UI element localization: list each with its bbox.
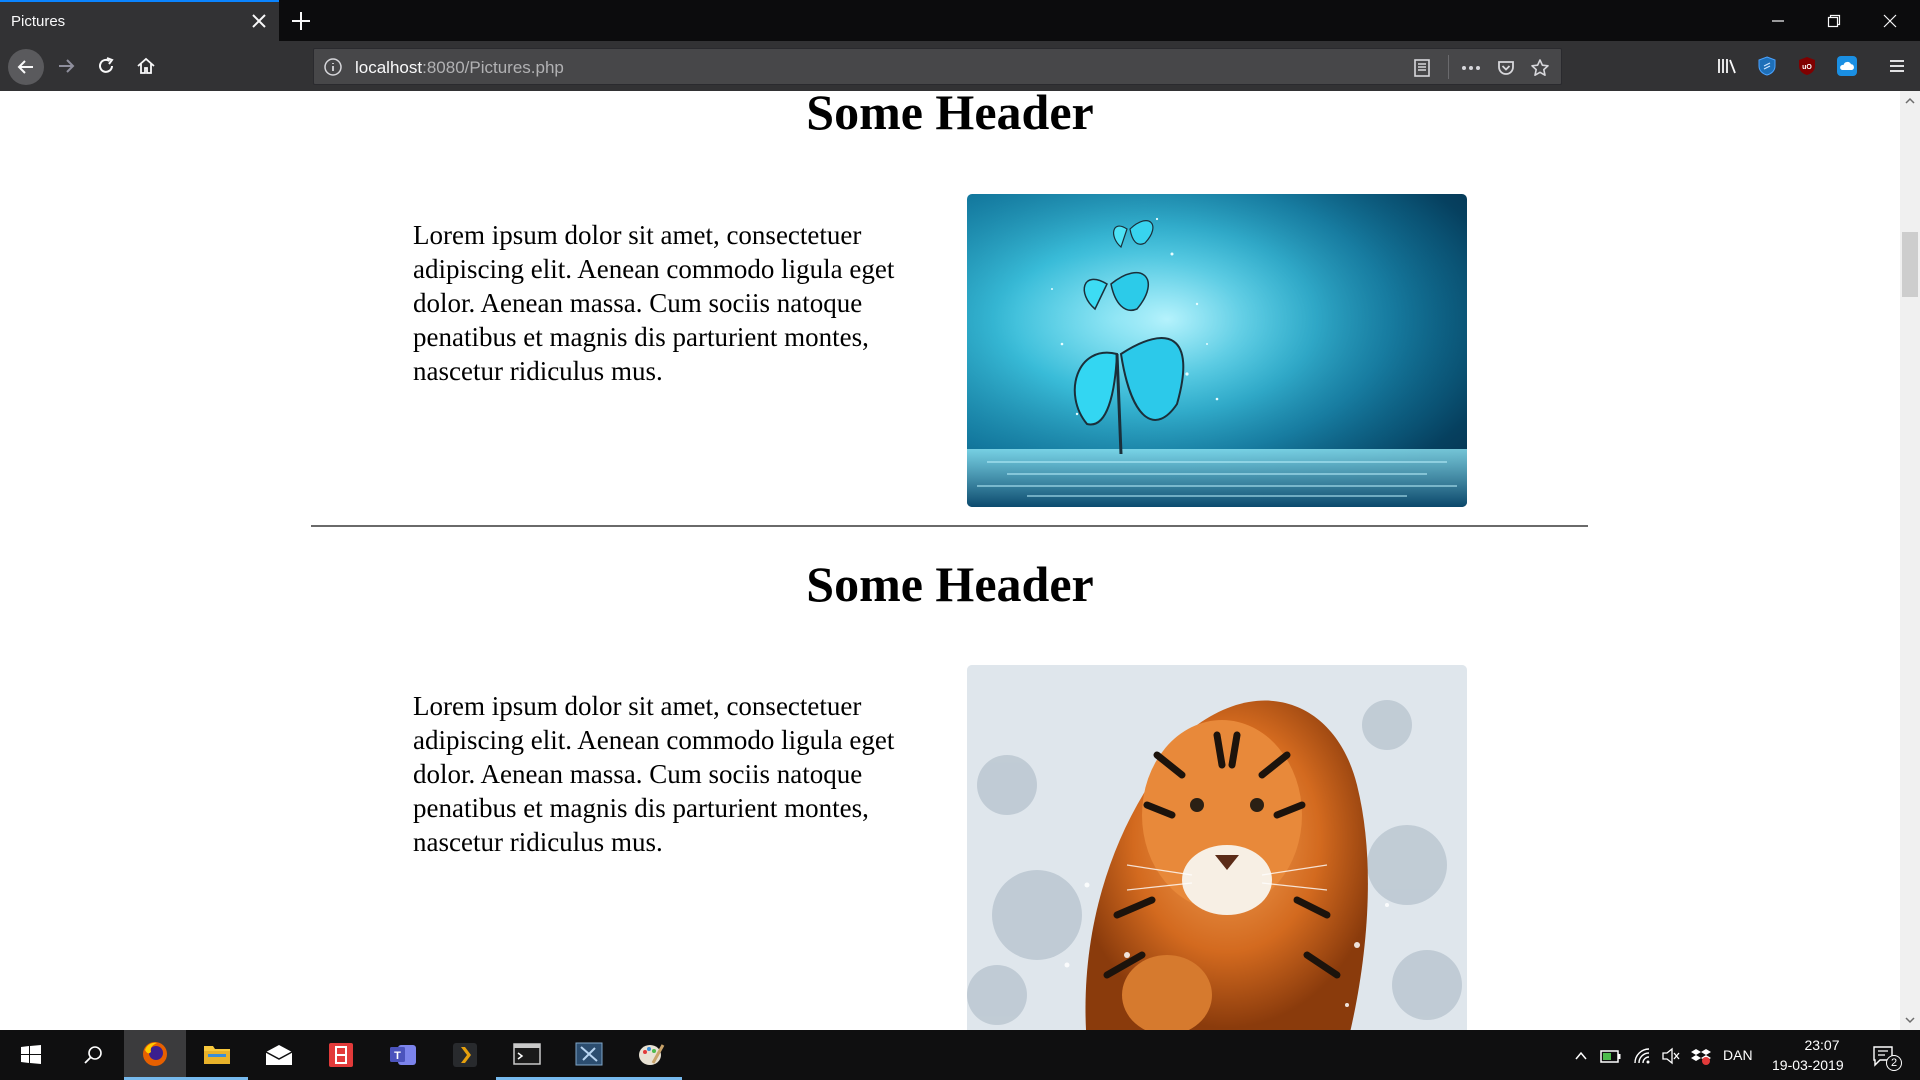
taskbar-visual-studio[interactable] xyxy=(558,1030,620,1080)
paint-palette-icon xyxy=(639,1043,665,1065)
taskbar-firefox[interactable] xyxy=(124,1030,186,1080)
page-actions-button[interactable] xyxy=(1459,56,1483,80)
windows-logo-icon xyxy=(21,1045,41,1064)
library-icon xyxy=(1718,59,1736,74)
action-center-button[interactable]: 2 xyxy=(1868,1045,1902,1071)
wifi-icon xyxy=(1634,1048,1650,1064)
home-button[interactable] xyxy=(130,50,162,82)
clock-date[interactable]: 19-03-2019 xyxy=(1772,1057,1844,1073)
hamburger-icon xyxy=(1890,60,1904,72)
shield-icon xyxy=(1758,56,1776,76)
firefox-icon xyxy=(143,1041,167,1066)
arrow-left-icon xyxy=(17,60,33,74)
url-separator xyxy=(1448,55,1449,79)
extension-shield-button[interactable] xyxy=(1754,53,1780,79)
scroll-up-icon[interactable] xyxy=(1904,95,1916,107)
arrow-right-icon xyxy=(59,59,75,73)
scroll-down-icon[interactable] xyxy=(1904,1014,1916,1026)
info-icon[interactable] xyxy=(323,57,343,77)
menu-button[interactable] xyxy=(1884,53,1910,79)
tiger-picture xyxy=(967,665,1467,1030)
vertical-scrollbar[interactable] xyxy=(1900,91,1920,1030)
wifi-button[interactable] xyxy=(1632,1045,1654,1067)
folder-icon xyxy=(204,1045,230,1064)
taskbar-teams[interactable]: T xyxy=(372,1030,434,1080)
reader-view-button[interactable] xyxy=(1410,56,1434,80)
taskbar-terminal[interactable] xyxy=(496,1030,558,1080)
butterflies-picture xyxy=(967,194,1467,507)
visual-studio-icon xyxy=(575,1042,603,1065)
section-heading: Some Header xyxy=(806,91,1094,140)
close-icon[interactable] xyxy=(248,10,270,32)
url-path: :8080/Pictures.php xyxy=(422,58,564,77)
svg-text:T: T xyxy=(394,1050,401,1062)
section-divider xyxy=(311,525,1588,527)
chevron-up-icon xyxy=(1575,1051,1587,1060)
address-bar[interactable]: localhost:8080/Pictures.php xyxy=(313,48,1562,85)
mail-icon xyxy=(265,1045,293,1065)
taskbar-paint[interactable] xyxy=(620,1030,682,1080)
home-icon xyxy=(137,57,155,74)
dropbox-icon xyxy=(1691,1049,1711,1065)
section-text: Lorem ipsum dolor sit amet, consectetuer… xyxy=(413,691,895,857)
search-icon xyxy=(84,1046,102,1064)
back-button[interactable] xyxy=(8,49,44,85)
cloud-icon xyxy=(1837,56,1857,76)
svg-text:uO: uO xyxy=(1802,64,1812,71)
library-button[interactable] xyxy=(1714,53,1740,79)
tab-pictures[interactable]: Pictures xyxy=(0,0,279,41)
reload-button[interactable] xyxy=(90,50,122,82)
reader-view-icon xyxy=(1414,59,1430,77)
tab-strip: Pictures xyxy=(0,0,1920,41)
volume-muted-icon xyxy=(1662,1047,1680,1065)
windows-taskbar: T DAN 23:07 19-03-2019 2 xyxy=(0,1030,1920,1080)
close-icon xyxy=(1883,14,1897,27)
input-language-indicator[interactable]: DAN xyxy=(1723,1047,1753,1063)
page-viewport: Some Header Lorem ipsum dolor sit amet, … xyxy=(0,91,1900,1030)
ublock-button[interactable]: uO xyxy=(1794,53,1820,79)
pocket-icon xyxy=(1498,61,1514,75)
minimize-button[interactable] xyxy=(1750,0,1806,41)
taskbar-media-app[interactable] xyxy=(310,1030,372,1080)
battery-icon xyxy=(1600,1050,1621,1063)
forward-button[interactable] xyxy=(50,50,82,82)
battery-button[interactable] xyxy=(1600,1045,1622,1067)
tiger-illustration xyxy=(967,665,1467,1030)
pocket-button[interactable] xyxy=(1494,56,1518,80)
navigation-toolbar: localhost:8080/Pictures.php uO xyxy=(0,41,1920,91)
tab-title: Pictures xyxy=(11,13,66,30)
clock-time[interactable]: 23:07 xyxy=(1790,1037,1854,1053)
taskbar-file-explorer[interactable] xyxy=(186,1030,248,1080)
bookmark-star-button[interactable] xyxy=(1528,56,1552,80)
restore-button[interactable] xyxy=(1806,0,1862,41)
start-button[interactable] xyxy=(0,1030,62,1080)
notification-count-badge: 2 xyxy=(1886,1055,1902,1071)
teams-icon: T xyxy=(390,1045,416,1065)
volume-button[interactable] xyxy=(1660,1045,1682,1067)
section-heading: Some Header xyxy=(806,556,1094,612)
scrollbar-thumb[interactable] xyxy=(1902,232,1918,297)
ublock-icon: uO xyxy=(1799,57,1815,75)
plex-icon xyxy=(453,1043,477,1067)
butterflies-illustration xyxy=(967,194,1467,507)
url-host: localhost xyxy=(355,58,423,77)
ellipsis-icon xyxy=(1462,66,1480,70)
taskbar-mail[interactable] xyxy=(248,1030,310,1080)
minimize-icon xyxy=(1772,19,1784,22)
search-button[interactable] xyxy=(62,1030,124,1080)
url-text[interactable]: localhost:8080/Pictures.php xyxy=(355,58,564,78)
terminal-icon xyxy=(513,1042,541,1065)
dropbox-button[interactable] xyxy=(1690,1045,1712,1067)
star-icon xyxy=(1531,59,1549,76)
section-text: Lorem ipsum dolor sit amet, consectetuer… xyxy=(413,220,895,386)
reload-icon xyxy=(99,57,114,73)
show-hidden-icons-button[interactable] xyxy=(1570,1045,1592,1067)
new-tab-icon[interactable] xyxy=(287,7,315,35)
film-icon xyxy=(329,1043,353,1067)
cloud-extension-button[interactable] xyxy=(1834,53,1860,79)
taskbar-plex[interactable] xyxy=(434,1030,496,1080)
close-window-button[interactable] xyxy=(1862,0,1918,41)
restore-icon xyxy=(1827,14,1841,27)
